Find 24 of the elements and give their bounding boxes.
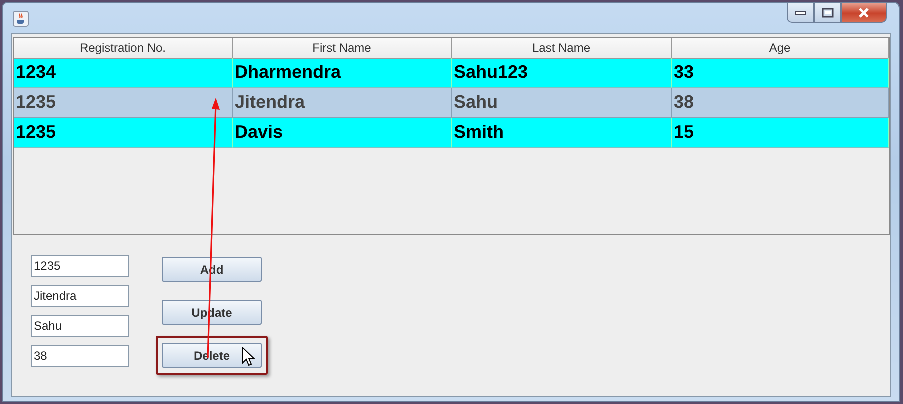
- maximize-icon: [822, 8, 834, 18]
- minimize-button[interactable]: [787, 3, 814, 23]
- minimize-icon: [794, 10, 806, 16]
- table-cell: 15: [672, 118, 889, 148]
- table-cell: 1235: [14, 118, 233, 148]
- table-row[interactable]: 1235 Davis Smith 15: [14, 118, 889, 148]
- input-field[interactable]: Sahu: [31, 315, 129, 337]
- table-cell: Davis: [233, 118, 452, 148]
- close-button[interactable]: [841, 3, 887, 23]
- column-header[interactable]: Age: [672, 38, 889, 59]
- maximize-button[interactable]: [814, 3, 841, 23]
- mouse-pointer-icon: [242, 347, 255, 367]
- table-cell: Smith: [452, 118, 672, 148]
- column-header[interactable]: Registration No.: [14, 38, 233, 59]
- action-button[interactable]: Delete: [162, 343, 262, 368]
- coffee-cup-icon: [13, 11, 29, 27]
- table-row[interactable]: 1234 Dharmendra Sahu123 33: [14, 58, 889, 88]
- table-row[interactable]: 1235 Jitendra Sahu 38: [14, 88, 889, 118]
- column-header[interactable]: First Name: [233, 38, 452, 59]
- input-field[interactable]: 1235: [31, 255, 129, 277]
- column-header[interactable]: Last Name: [452, 38, 672, 59]
- close-icon: [857, 8, 871, 18]
- input-field[interactable]: 38: [31, 345, 129, 367]
- input-field[interactable]: Jitendra: [31, 285, 129, 307]
